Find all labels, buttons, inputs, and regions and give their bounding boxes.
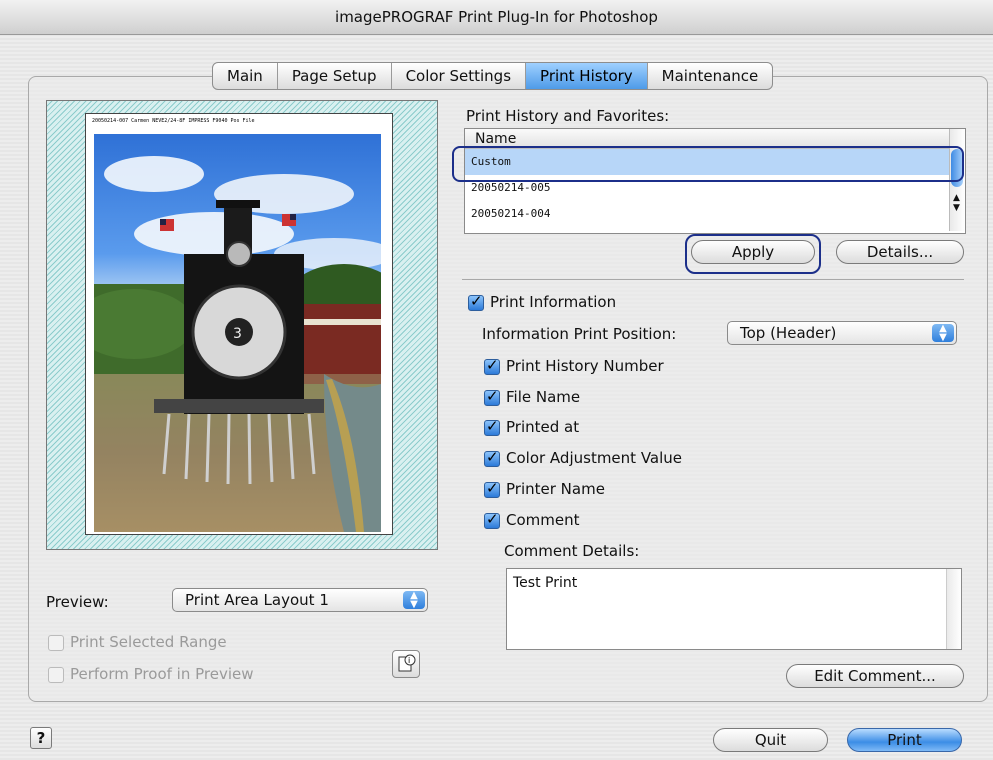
printed-at-label: Printed at: [506, 418, 580, 436]
history-scrollbar[interactable]: ▲ ▼: [949, 129, 965, 231]
help-button[interactable]: ?: [30, 727, 52, 749]
locomotive-photo: 3: [94, 156, 381, 532]
svg-text:i: i: [408, 656, 410, 665]
history-title: Print History and Favorites:: [466, 107, 670, 125]
print-info-header-preview: 20050214-007 Carmen NEVE2/24-8F IMPRESS …: [92, 118, 255, 124]
printed-at-checkbox[interactable]: [484, 417, 500, 436]
tab-color-settings[interactable]: Color Settings: [392, 63, 527, 89]
comment-text: Test Print: [513, 575, 578, 591]
comment-details-label: Comment Details:: [504, 542, 640, 560]
tab-page-setup[interactable]: Page Setup: [278, 63, 392, 89]
preview-paper: 20050214-007 Carmen NEVE2/24-8F IMPRESS …: [85, 113, 393, 535]
edit-comment-button[interactable]: Edit Comment...: [786, 664, 964, 688]
printer-name-checkbox[interactable]: [484, 479, 500, 498]
color-adjustment-checkbox[interactable]: [484, 448, 500, 467]
list-item[interactable]: Custom: [465, 149, 949, 175]
tab-print-history[interactable]: Print History: [526, 63, 648, 89]
list-item[interactable]: 20050214-005: [465, 175, 949, 201]
column-name-header[interactable]: Name: [465, 129, 949, 149]
history-list[interactable]: Name Custom 20050214-005 20050214-004 ▲ ▼: [464, 128, 966, 234]
proof-info-button[interactable]: i: [392, 650, 420, 678]
quit-button[interactable]: Quit: [713, 728, 828, 752]
color-adjustment-label: Color Adjustment Value: [506, 449, 683, 467]
print-selected-range-checkbox[interactable]: [48, 635, 64, 651]
list-item[interactable]: 20050214-004: [465, 201, 949, 227]
chevron-updown-icon: ▲ ▼: [932, 324, 954, 343]
preview-label: Preview:: [46, 593, 109, 611]
tab-bar: Main Page Setup Color Settings Print His…: [212, 62, 774, 90]
printer-name-label: Printer Name: [506, 480, 605, 498]
info-position-select[interactable]: Top (Header) ▲ ▼: [727, 321, 957, 345]
perform-proof-label: Perform Proof in Preview: [70, 665, 254, 683]
print-information-label: Print Information: [490, 293, 617, 311]
info-position-value: Top (Header): [740, 324, 837, 342]
preview-layout-select[interactable]: Print Area Layout 1 ▲ ▼: [172, 588, 428, 612]
comment-scrollbar[interactable]: [946, 569, 961, 649]
file-name-checkbox[interactable]: [484, 387, 500, 406]
apply-button[interactable]: Apply: [691, 240, 815, 264]
print-information-checkbox[interactable]: [468, 292, 484, 311]
scroll-arrows-icon[interactable]: ▲ ▼: [953, 193, 960, 213]
tab-main[interactable]: Main: [213, 63, 278, 89]
window-title: imagePROGRAF Print Plug-In for Photoshop: [0, 0, 993, 35]
tab-maintenance[interactable]: Maintenance: [648, 63, 773, 89]
perform-proof-checkbox[interactable]: [48, 667, 64, 683]
chevron-updown-icon: ▲ ▼: [403, 591, 425, 610]
scroll-thumb[interactable]: [951, 149, 963, 187]
print-button[interactable]: Print: [847, 728, 962, 752]
file-name-label: File Name: [506, 388, 581, 406]
preview-pane: 20050214-007 Carmen NEVE2/24-8F IMPRESS …: [46, 100, 438, 550]
details-button[interactable]: Details...: [836, 240, 964, 264]
preview-layout-value: Print Area Layout 1: [185, 591, 329, 609]
proof-info-icon: i: [398, 654, 416, 672]
info-position-label: Information Print Position:: [482, 325, 677, 343]
print-history-number-label: Print History Number: [506, 357, 664, 375]
preview-photo: 3: [94, 134, 381, 532]
comment-details-field[interactable]: Test Print: [506, 568, 962, 650]
section-divider: [462, 279, 964, 280]
comment-checkbox[interactable]: [484, 510, 500, 529]
svg-text:3: 3: [233, 326, 242, 342]
print-selected-range-label: Print Selected Range: [70, 633, 227, 651]
comment-label: Comment: [506, 511, 580, 529]
help-icon: ?: [36, 729, 46, 747]
print-history-number-checkbox[interactable]: [484, 356, 500, 375]
